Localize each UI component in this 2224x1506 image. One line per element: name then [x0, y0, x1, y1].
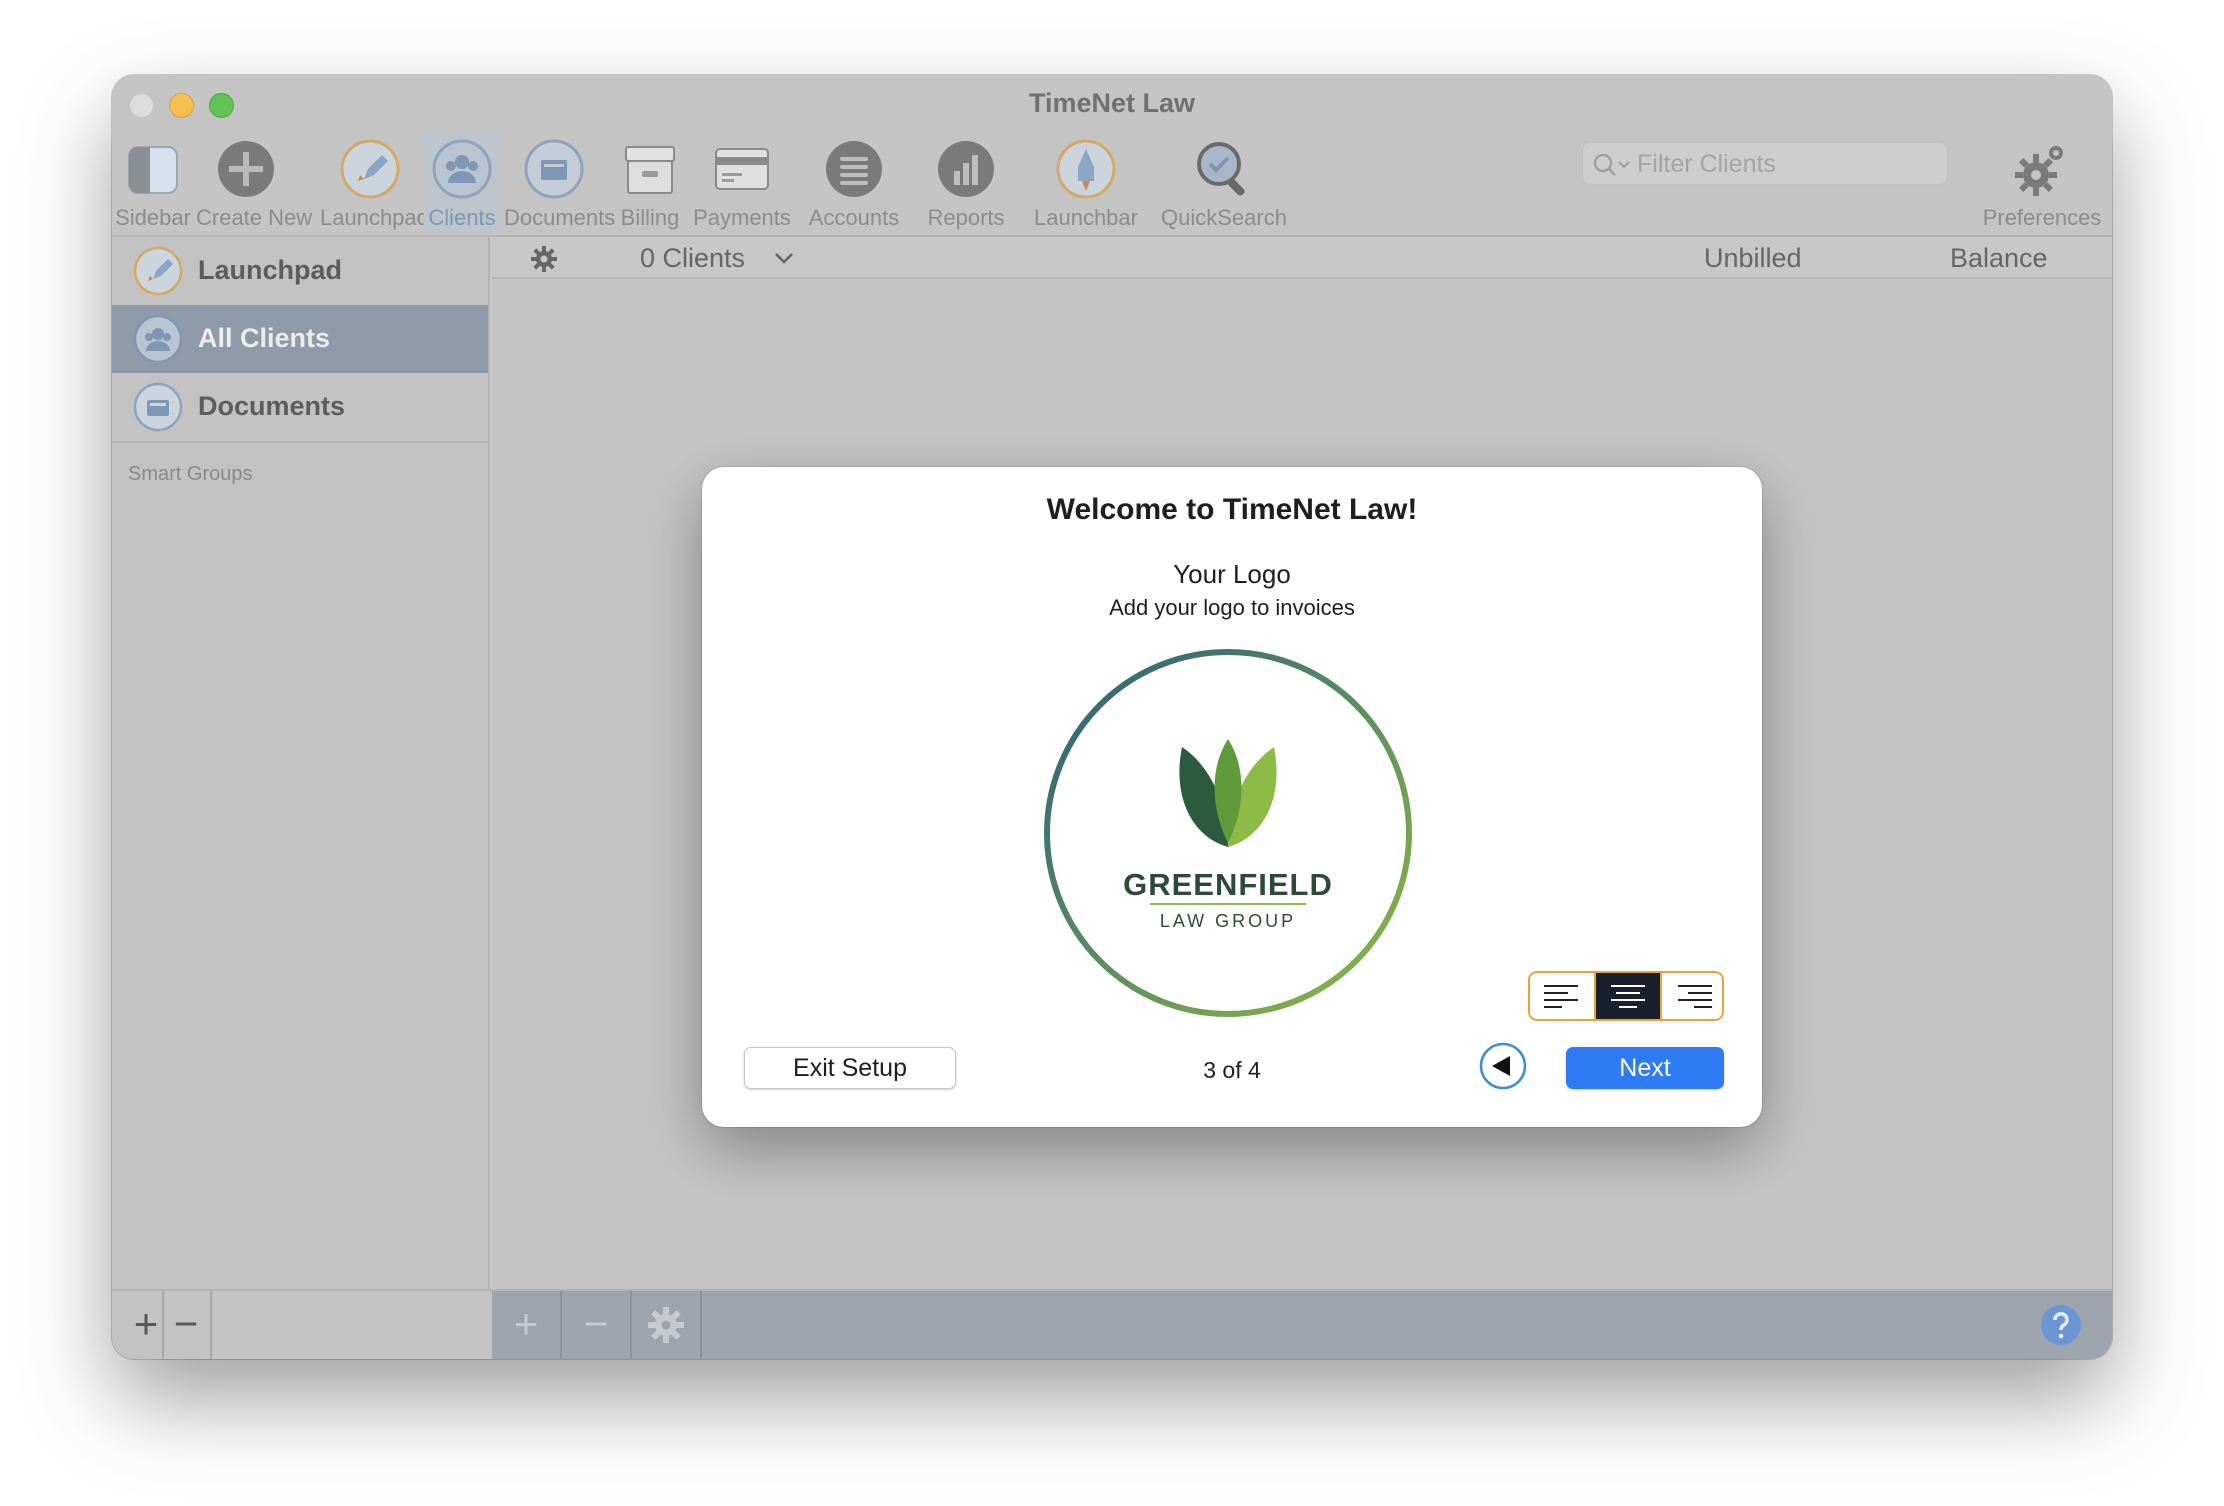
rocket-icon: [133, 246, 183, 296]
toolbar-launchbar-button[interactable]: Launchbar: [1032, 129, 1140, 233]
list-circle-icon: [826, 141, 882, 197]
column-header-balance[interactable]: Balance: [1950, 243, 2048, 274]
toolbar-launchpad-button[interactable]: Launchpad: [320, 129, 429, 233]
sidebar-item-launchpad[interactable]: Launchpad: [112, 237, 488, 305]
toolbar-sidebar-button[interactable]: Sidebar: [112, 129, 194, 233]
bottom-bar: + − + −: [112, 1289, 2112, 1359]
sidebar-divider: [112, 441, 488, 443]
toolbar-billing-button[interactable]: Billing: [610, 129, 690, 233]
bottom-divider: [700, 1291, 702, 1359]
gear-icon: [648, 1307, 684, 1343]
bar-chart-icon: [938, 141, 994, 197]
toolbar-preferences-button[interactable]: Preferences: [1982, 129, 2102, 233]
toolbar-accounts-button[interactable]: Accounts: [804, 129, 904, 233]
plus-circle-icon: [218, 141, 274, 197]
rocket-icon: [340, 139, 400, 199]
documents-icon: [524, 139, 584, 199]
toolbar-quicksearch-button[interactable]: QuickSearch: [1158, 129, 1290, 233]
next-step-button[interactable]: Next: [1566, 1047, 1724, 1089]
filter-clients-search[interactable]: [1582, 142, 1948, 185]
smart-groups-header: Smart Groups: [128, 463, 253, 485]
logo-subtitle: LAW GROUP: [1160, 911, 1296, 931]
gear-icon: [2015, 146, 2063, 196]
bottom-divider: [210, 1291, 212, 1359]
magnifier-icon: [1197, 142, 1245, 196]
align-left-button[interactable]: [1530, 973, 1594, 1019]
align-left-icon: [1544, 985, 1578, 1008]
search-icon: [1593, 153, 1630, 176]
previous-step-button[interactable]: [1478, 1041, 1528, 1091]
align-right-icon: [1678, 985, 1712, 1008]
sidebar-item-documents[interactable]: Documents: [112, 373, 488, 441]
align-center-button[interactable]: [1596, 973, 1660, 1019]
firm-logo-image[interactable]: GREENFIELD LAW GROUP: [1042, 647, 1414, 1019]
sidebar: Launchpad All Clients Documents Smart Gr…: [112, 237, 490, 1289]
toolbar-payments-button[interactable]: Payments: [692, 129, 792, 233]
window-title: TimeNet Law: [1028, 88, 1196, 118]
launch-rocket-icon: [1056, 139, 1116, 199]
chevron-down-icon: [775, 253, 793, 264]
toolbar-documents-button[interactable]: Documents: [504, 129, 615, 233]
column-header-unbilled[interactable]: Unbilled: [1704, 243, 1802, 274]
toolbar-create-new-button[interactable]: Create New: [196, 129, 312, 233]
app-window: TimeNet Law Sidebar Create New Launchpad…: [112, 75, 2112, 1359]
list-bottom-bar: + −: [492, 1291, 2112, 1359]
gear-icon[interactable]: [530, 245, 558, 273]
align-right-button[interactable]: [1662, 973, 1722, 1019]
documents-icon: [133, 382, 183, 432]
toolbar: TimeNet Law Sidebar Create New Launchpad…: [112, 75, 2112, 237]
credit-card-icon: [715, 148, 769, 190]
sidebar-icon: [128, 146, 178, 194]
align-center-icon: [1611, 985, 1645, 1008]
remove-client-button[interactable]: −: [562, 1291, 630, 1359]
help-icon[interactable]: [2040, 1304, 2082, 1346]
client-count-dropdown[interactable]: 0 Clients: [640, 243, 745, 274]
welcome-setup-dialog: Welcome to TimeNet Law! Your Logo Add yo…: [702, 467, 1762, 1127]
logo-alignment-segmented-control: [1528, 971, 1724, 1021]
dialog-title: Welcome to TimeNet Law!: [1046, 493, 1418, 526]
list-header: 0 Clients Unbilled Balance: [492, 237, 2112, 279]
toolbar-clients-button[interactable]: Clients: [424, 129, 500, 233]
step-title: Your Logo: [1173, 559, 1291, 589]
search-input[interactable]: [1637, 145, 1937, 183]
add-client-button[interactable]: +: [492, 1291, 560, 1359]
list-actions-button[interactable]: [632, 1291, 700, 1359]
toolbar-reports-button[interactable]: Reports: [922, 129, 1010, 233]
logo-wordmark: GREENFIELD: [1123, 867, 1333, 902]
step-description: Add your logo to invoices: [1109, 595, 1355, 620]
clients-icon: [133, 314, 183, 364]
clients-icon: [432, 139, 492, 199]
sidebar-item-all-clients[interactable]: All Clients: [112, 305, 488, 373]
archive-box-icon: [625, 146, 675, 194]
